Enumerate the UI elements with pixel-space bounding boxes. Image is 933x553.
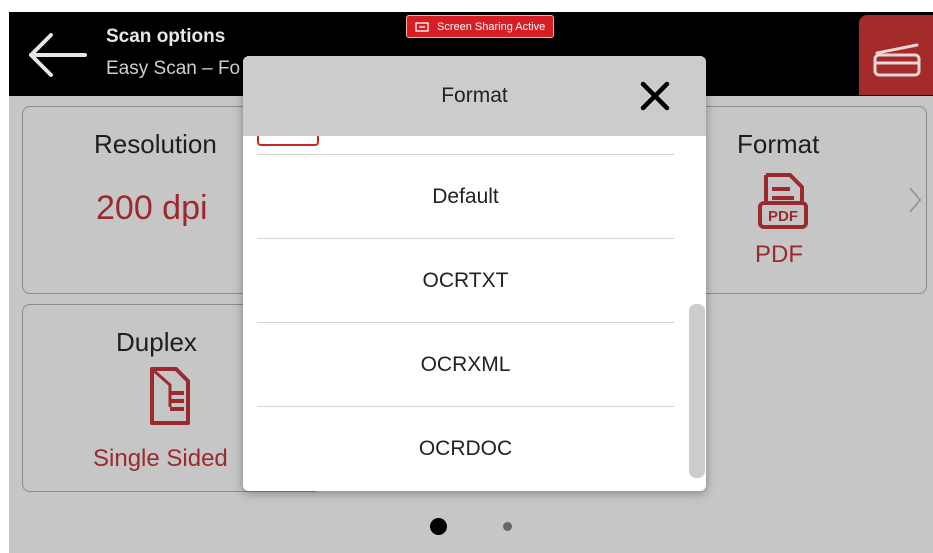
- resolution-value: 200 dpi: [96, 189, 208, 227]
- resolution-label: Resolution: [94, 129, 217, 159]
- page-dot[interactable]: [503, 522, 512, 531]
- duplex-label: Duplex: [116, 327, 197, 357]
- duplex-value: Single Sided: [93, 445, 228, 472]
- chevron-right-icon: [909, 187, 922, 213]
- page-title: Scan options: [106, 26, 226, 47]
- page-dot-active[interactable]: [430, 518, 447, 535]
- scanner-icon: [873, 43, 921, 77]
- close-icon: [640, 81, 670, 111]
- format-value: PDF: [755, 241, 803, 268]
- page-subtitle: Easy Scan – Fo: [106, 58, 241, 79]
- back-button[interactable]: [23, 30, 91, 80]
- list-item-partial[interactable]: [257, 136, 674, 155]
- single-page-icon: [150, 367, 190, 425]
- dialog-header: Format: [243, 56, 706, 136]
- format-dialog: Format Default OCRTXT OCRXML OCRDOC: [243, 56, 706, 491]
- pdf-icon-text: PDF: [768, 208, 798, 225]
- screen-share-icon: [415, 21, 429, 32]
- format-option-default[interactable]: Default: [257, 155, 674, 239]
- close-button[interactable]: [637, 78, 673, 114]
- scrollbar-thumb[interactable]: [689, 304, 705, 478]
- screen-sharing-badge: Screen Sharing Active: [406, 15, 555, 38]
- format-option-ocrdoc[interactable]: OCRDOC: [257, 407, 674, 491]
- pdf-file-icon: PDF: [758, 173, 808, 229]
- scan-button[interactable]: [859, 15, 933, 95]
- format-option-ocrtxt[interactable]: OCRTXT: [257, 239, 674, 323]
- format-label: Format: [737, 129, 820, 159]
- screen-sharing-label: Screen Sharing Active: [437, 20, 546, 33]
- partial-item-icon: [257, 136, 319, 146]
- format-option-ocrxml[interactable]: OCRXML: [257, 323, 674, 407]
- arrow-left-icon: [29, 33, 87, 77]
